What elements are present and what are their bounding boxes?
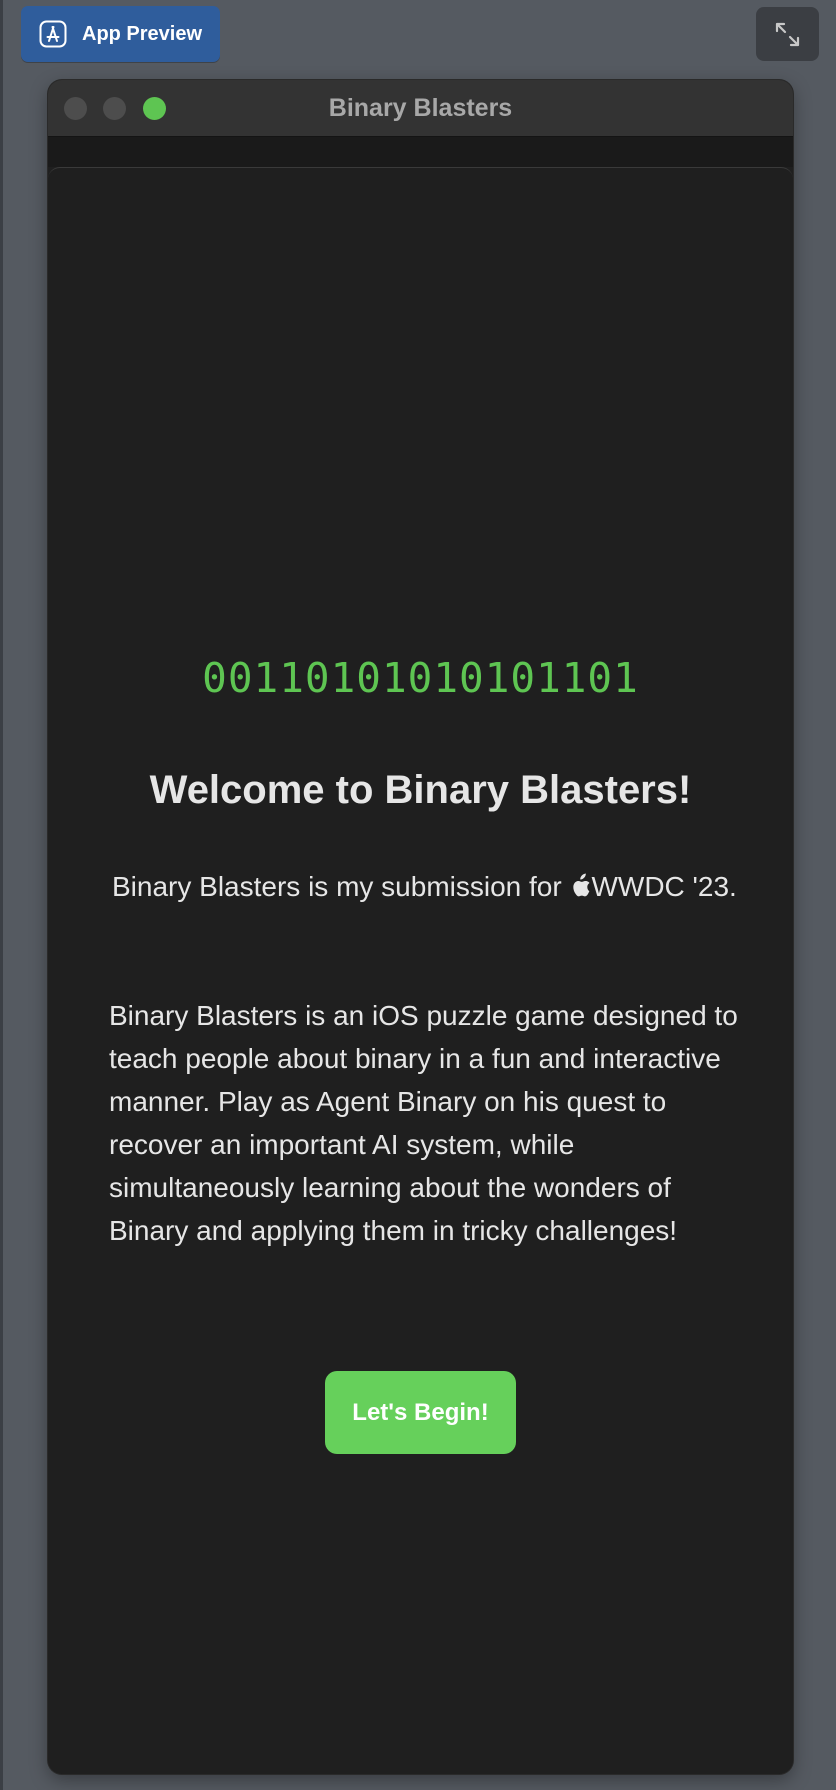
window-toolbar bbox=[48, 137, 793, 167]
intro-text-end: WWDC '23. bbox=[591, 871, 737, 902]
apple-logo-icon bbox=[569, 871, 591, 902]
left-panel-edge bbox=[0, 0, 3, 1790]
app-preview-badge[interactable]: App Preview bbox=[21, 6, 220, 62]
window-title: Binary Blasters bbox=[328, 94, 513, 122]
binary-string: 00110101010101101 bbox=[202, 654, 639, 702]
lets-begin-button[interactable]: Let's Begin! bbox=[325, 1371, 516, 1454]
intro-paragraph: Binary Blasters is my submission for WWD… bbox=[112, 865, 752, 908]
description-paragraph: Binary Blasters is an iOS puzzle game de… bbox=[109, 1000, 738, 1246]
welcome-heading: Welcome to Binary Blasters! bbox=[149, 768, 692, 812]
window-titlebar[interactable]: Binary Blasters bbox=[48, 80, 793, 137]
app-window: Binary Blasters 00110101010101101 Welcom… bbox=[48, 80, 793, 1774]
app-store-icon bbox=[39, 20, 67, 48]
app-preview-label: App Preview bbox=[82, 23, 203, 45]
intro-text: Binary Blasters is my submission for bbox=[112, 871, 570, 902]
expand-button[interactable] bbox=[756, 7, 819, 61]
expand-arrows-icon bbox=[775, 22, 800, 47]
welcome-screen: 00110101010101101 Welcome to Binary Blas… bbox=[48, 167, 793, 1774]
